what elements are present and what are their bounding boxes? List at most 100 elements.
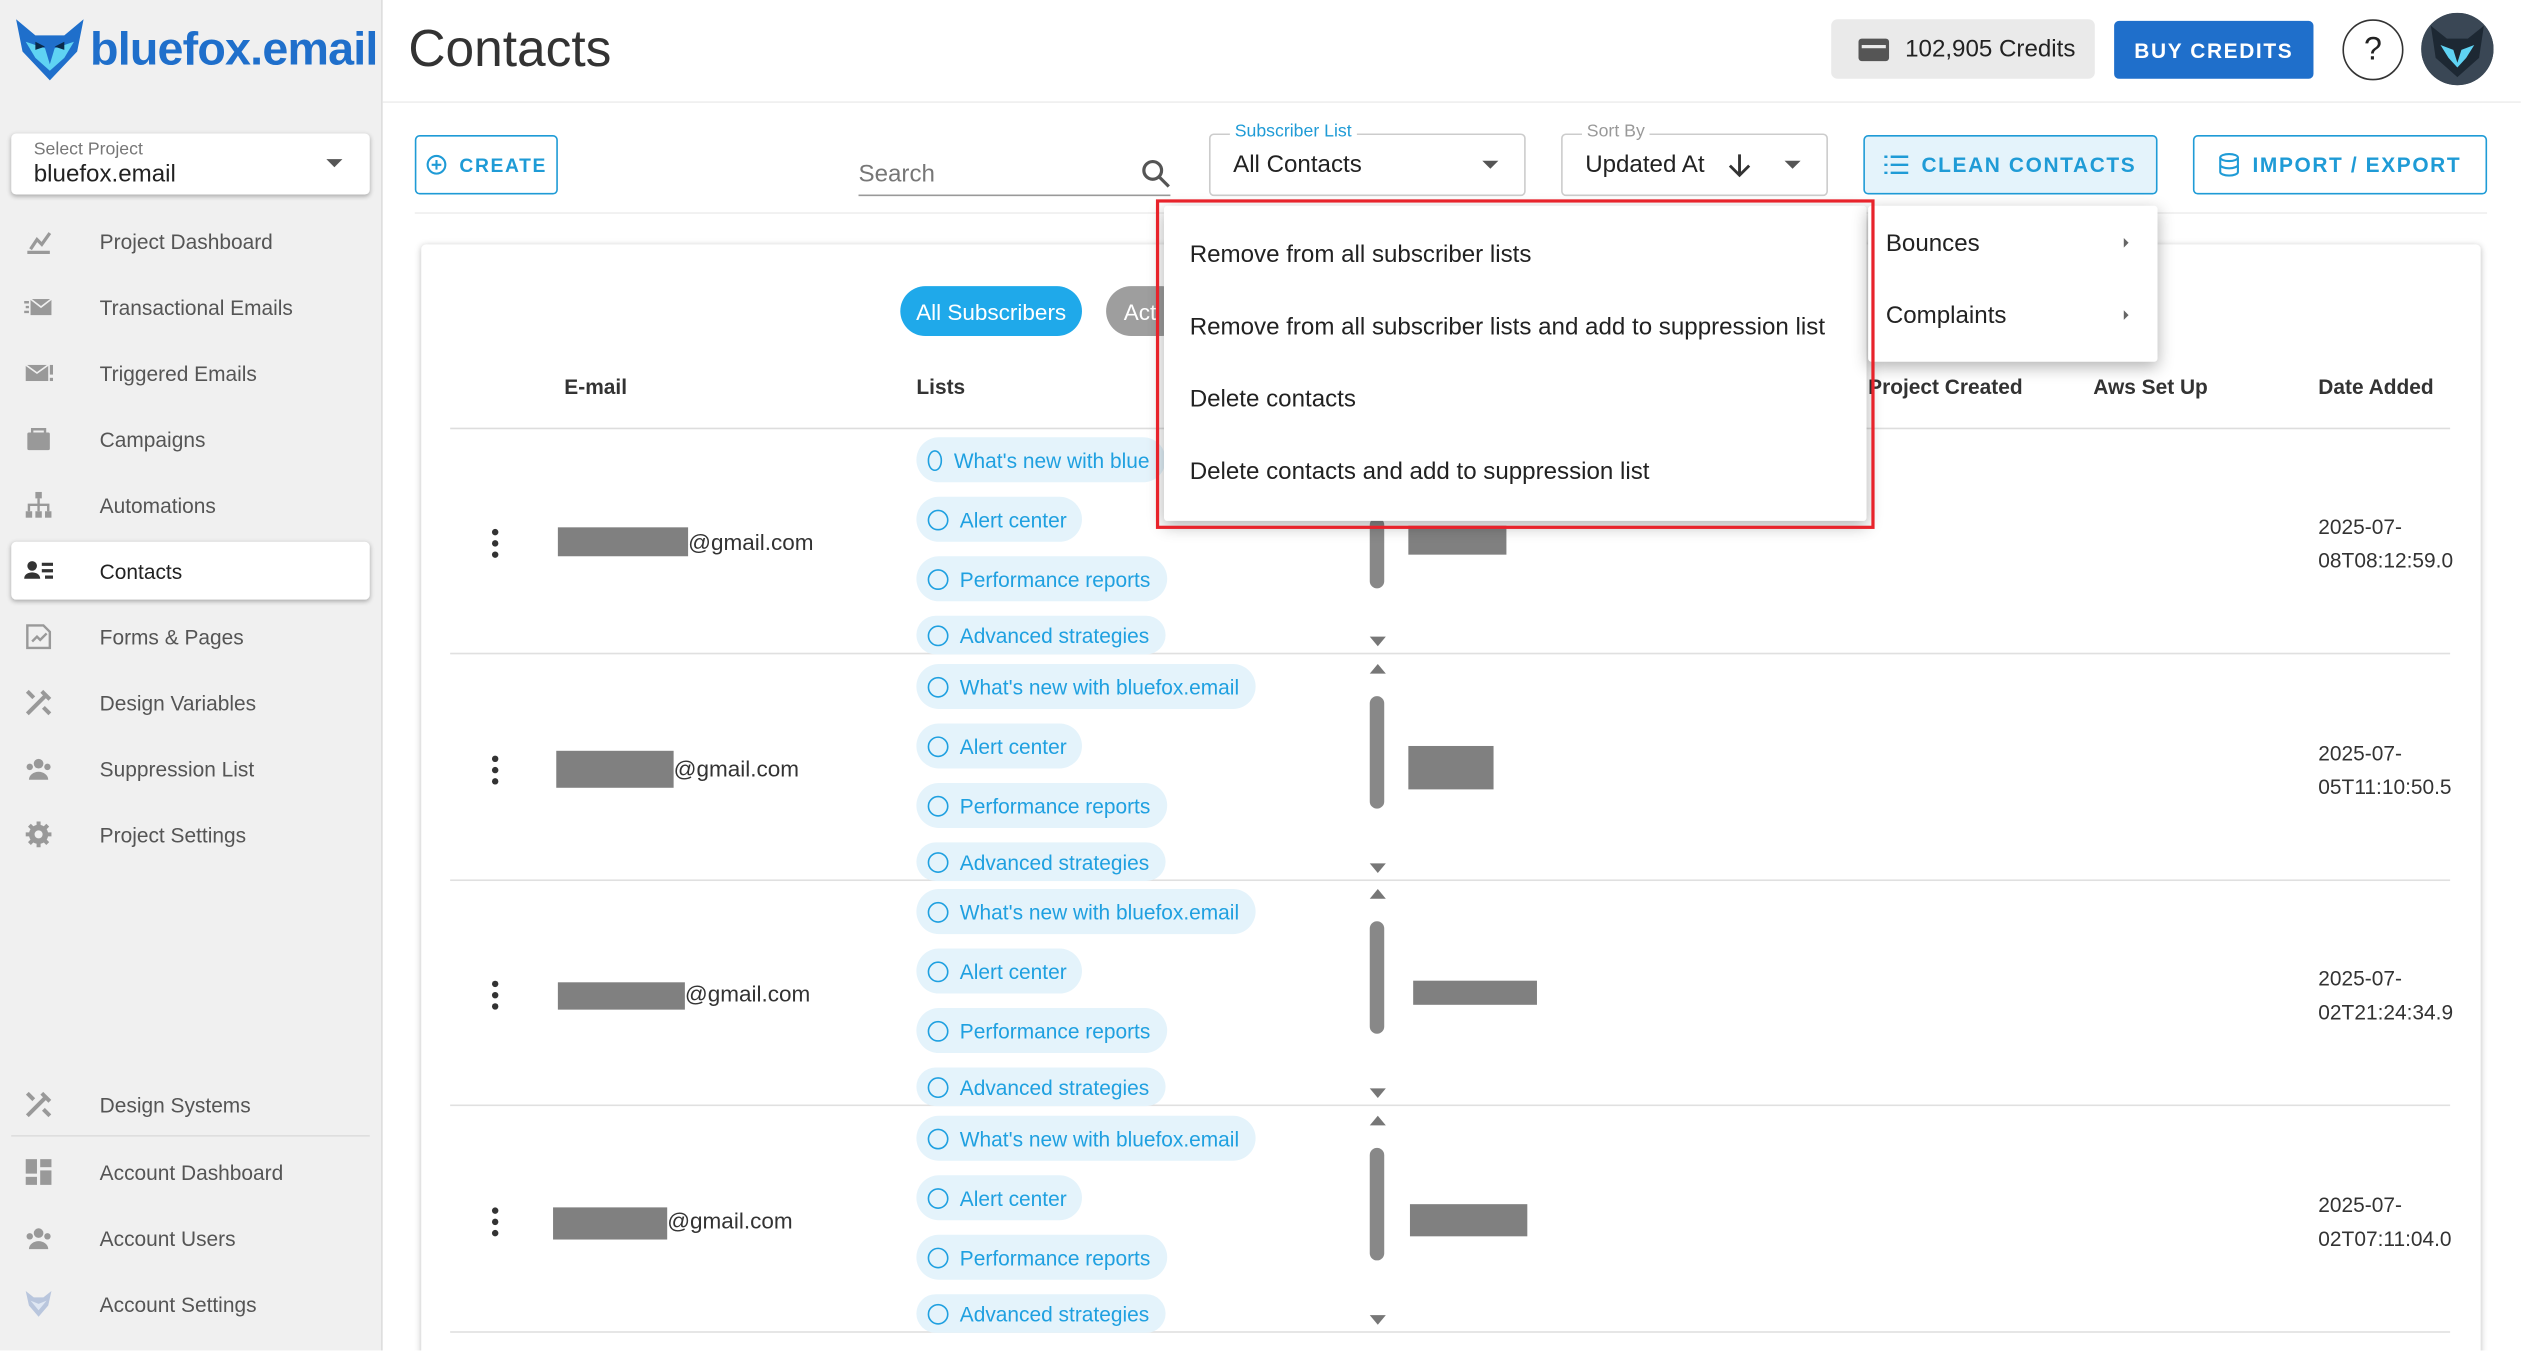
list-chip[interactable]: Performance reports [916, 1234, 1167, 1280]
dashboard-icon [23, 1156, 55, 1188]
filter-all-subscribers[interactable]: All Subscribers [900, 286, 1082, 337]
clean-contacts-label: CLEAN CONTACTS [1921, 152, 2137, 177]
date-added: 2025-07- 05T11:10:50.5 [2318, 736, 2453, 804]
subscriber-list-select[interactable]: Subscriber List All Contacts [1208, 122, 1526, 197]
list-chip[interactable]: Alert center [916, 1175, 1083, 1221]
column-header-lists[interactable]: Lists [916, 375, 965, 399]
sidebar-item-automations[interactable]: Automations [11, 476, 370, 534]
sidebar-divider [11, 1135, 370, 1137]
form-icon [23, 621, 55, 653]
more-vert-icon[interactable] [491, 1207, 499, 1237]
list-chip[interactable]: Alert center [916, 948, 1083, 994]
list-chip[interactable]: Advanced strategies [916, 1294, 1166, 1333]
lists-scrollbar[interactable] [1367, 663, 1390, 873]
tools-icon [23, 686, 55, 718]
create-button[interactable]: CREATE [414, 135, 558, 195]
scroll-up-icon[interactable] [1369, 1115, 1386, 1126]
scrollbar-thumb[interactable] [1369, 1147, 1385, 1261]
sidebar-item-transactional-emails[interactable]: Transactional Emails [11, 278, 370, 336]
table-row[interactable]: @gmail.com What's new with bluefox.email… [450, 1108, 2453, 1333]
list-chip[interactable]: Advanced strategies [916, 842, 1166, 882]
sidebar-item-label: Campaigns [99, 426, 206, 451]
list-chip[interactable]: Performance reports [916, 556, 1167, 602]
list-chip-label: What's new with bluefox.email [959, 1126, 1240, 1151]
sidebar-item-triggered-emails[interactable]: Triggered Emails [11, 344, 370, 402]
sidebar-item-label: Forms & Pages [99, 624, 244, 649]
scroll-down-icon[interactable] [1369, 1315, 1386, 1325]
lists-scrollbar[interactable] [1367, 1115, 1390, 1325]
sidebar-item-design-variables[interactable]: Design Variables [11, 674, 370, 732]
search-input[interactable]: Search [858, 151, 1171, 197]
circle-icon [927, 1127, 949, 1149]
table-row[interactable]: @gmail.com What's new with bluefox.email… [450, 881, 2453, 1107]
lists-scrollbar[interactable] [1367, 889, 1390, 1099]
sidebar-item-design-systems[interactable]: Design Systems [11, 1076, 370, 1134]
submenu-item-bounces[interactable]: Bounces [1886, 230, 1980, 257]
sidebar-item-campaigns[interactable]: Campaigns [11, 410, 370, 468]
import-export-label: IMPORT / EXPORT [2252, 152, 2462, 177]
scroll-up-icon[interactable] [1369, 663, 1386, 674]
sidebar-item-account-users[interactable]: Account Users [11, 1209, 370, 1267]
email-domain: @gmail.com [673, 755, 800, 782]
list-chip-label: Alert center [959, 1185, 1067, 1210]
list-chip[interactable]: Alert center [916, 496, 1083, 542]
scrollbar-thumb[interactable] [1369, 696, 1385, 809]
sidebar-item-project-dashboard[interactable]: Project Dashboard [11, 212, 370, 270]
subscriber-list-value: All Contacts [1233, 151, 1362, 179]
more-vert-icon[interactable] [491, 980, 499, 1010]
column-header-aws-set-up[interactable]: Aws Set Up [2093, 375, 2208, 399]
email-domain: @gmail.com [684, 980, 811, 1007]
sidebar-item-contacts[interactable]: Contacts [11, 541, 370, 600]
scroll-down-icon[interactable] [1369, 636, 1386, 647]
clean-contacts-button[interactable]: CLEAN CONTACTS [1863, 135, 2158, 195]
column-header-date-added[interactable]: Date Added [2318, 375, 2433, 399]
subscriber-list-label: Subscriber List [1229, 122, 1357, 142]
email-alert-icon [23, 357, 55, 389]
column-header-email[interactable]: E-mail [564, 375, 627, 399]
more-vert-icon[interactable] [491, 528, 499, 558]
date-added: 2025-07- 02T07:11:04.0 [2318, 1188, 2453, 1256]
arrow-down-icon[interactable] [1728, 153, 1751, 187]
users-icon [23, 1222, 55, 1254]
more-vert-icon[interactable] [491, 755, 499, 785]
sidebar-item-label: Suppression List [99, 756, 255, 781]
list-chip[interactable]: What's new with bluefox.email [916, 663, 1256, 709]
list-chip[interactable]: What's new with bluefox.email [916, 1115, 1256, 1161]
scroll-down-icon[interactable] [1369, 1088, 1386, 1099]
scroll-down-icon[interactable] [1369, 863, 1386, 873]
sidebar-item-account-settings[interactable]: Account Settings [11, 1275, 370, 1333]
list-chip[interactable]: Performance reports [916, 782, 1167, 828]
scrollbar-thumb[interactable] [1369, 921, 1385, 1034]
column-header-project-created[interactable]: Project Created [1868, 375, 2022, 399]
list-chip[interactable]: What's new with bluefox.email [916, 889, 1256, 935]
submenu-item-complaints[interactable]: Complaints [1886, 302, 2007, 329]
search-icon[interactable] [1141, 159, 1170, 196]
sort-by-select[interactable]: Sort By Updated At [1561, 122, 1828, 197]
list-chip-label: Performance reports [959, 1018, 1151, 1043]
sidebar-item-forms-pages[interactable]: Forms & Pages [11, 608, 370, 666]
sidebar-item-project-settings[interactable]: Project Settings [11, 805, 370, 863]
sidebar-item-suppression-list[interactable]: Suppression List [11, 740, 370, 798]
date-line-1: 2025-07- [2318, 514, 2402, 539]
list-chip[interactable]: Performance reports [916, 1008, 1167, 1054]
email-fast-icon [23, 291, 55, 323]
sidebar-item-account-dashboard[interactable]: Account Dashboard [11, 1143, 370, 1201]
buy-credits-button[interactable]: BUY CREDITS [2114, 20, 2314, 79]
list-chip[interactable]: Advanced strategies [916, 615, 1166, 655]
project-select[interactable]: Select Project bluefox.email [11, 133, 370, 195]
circle-icon [927, 735, 949, 757]
logo[interactable]: bluefox.email [13, 16, 378, 84]
avatar[interactable] [2421, 12, 2494, 86]
table-row[interactable]: @gmail.com What's new with bluefox.email… [450, 656, 2453, 882]
help-button[interactable]: ? [2342, 19, 2404, 81]
list-chip[interactable]: Alert center [916, 723, 1083, 769]
redacted-value [1408, 525, 1507, 555]
list-chip[interactable]: Advanced strategies [916, 1067, 1166, 1107]
tools-icon [23, 1088, 55, 1120]
scroll-up-icon[interactable] [1369, 889, 1386, 899]
fox-avatar-icon [2421, 12, 2494, 86]
list-chip-label: Advanced strategies [959, 849, 1150, 874]
list-chip[interactable]: What's new with blue [916, 437, 1166, 483]
import-export-button[interactable]: IMPORT / EXPORT [2192, 135, 2488, 195]
sidebar-item-label: Triggered Emails [99, 360, 257, 386]
